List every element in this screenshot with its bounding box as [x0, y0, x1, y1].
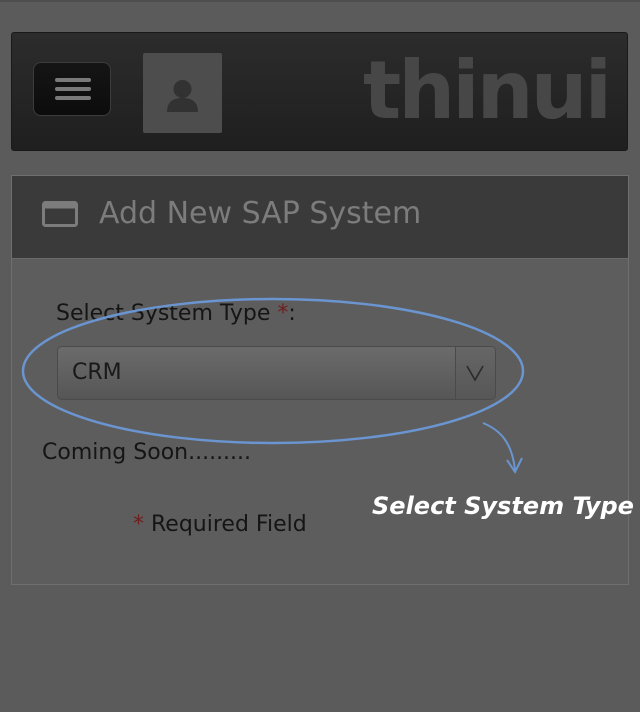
system-type-value: CRM — [72, 360, 122, 385]
required-star: * — [277, 301, 289, 326]
user-avatar-button[interactable] — [143, 53, 222, 133]
menu-button[interactable] — [33, 62, 111, 116]
system-type-label-text: Select System Type — [56, 301, 278, 326]
app-header: thinui — [11, 32, 628, 151]
thinui-logo: thinui — [363, 44, 612, 137]
top-border — [0, 0, 640, 2]
add-system-panel: Add New SAP System Select System Type *:… — [11, 175, 629, 585]
chevron-down-icon — [466, 365, 484, 382]
dropdown-button[interactable] — [455, 347, 495, 399]
window-icon — [42, 201, 78, 227]
panel-header: Add New SAP System — [12, 176, 628, 259]
required-field-note: * Required Field — [133, 512, 307, 537]
annotation-label: Select System Type — [372, 492, 634, 520]
system-type-select[interactable]: CRM — [57, 346, 496, 400]
user-icon — [167, 80, 198, 112]
coming-soon-text: Coming Soon......... — [42, 440, 252, 465]
system-type-label: Select System Type *: — [56, 301, 296, 326]
label-colon: : — [288, 301, 296, 326]
panel-title: Add New SAP System — [99, 196, 422, 231]
required-note-star: * — [133, 512, 144, 537]
required-note-text: Required Field — [144, 512, 307, 537]
